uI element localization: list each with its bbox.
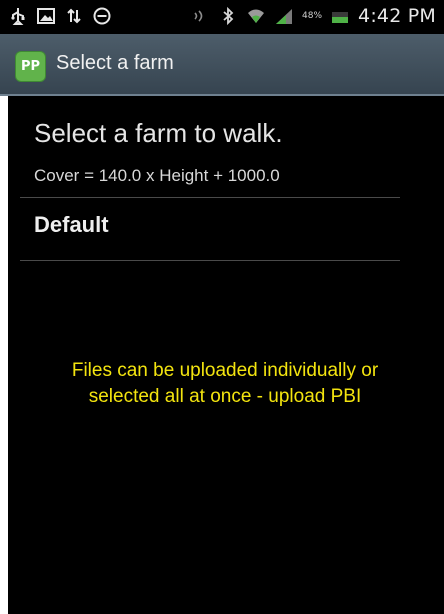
page-heading: Select a farm to walk. xyxy=(34,118,283,148)
status-bar-right-icons: 48% 4:42 PM xyxy=(190,5,436,27)
cover-formula: Cover = 140.0 x Height + 1000.0 xyxy=(34,166,280,185)
nfc-icon xyxy=(190,5,210,27)
usb-icon xyxy=(8,5,28,27)
do-not-disturb-icon xyxy=(92,5,112,27)
data-transfer-icon xyxy=(64,5,84,27)
caption-line-2: selected all at once - upload PBI xyxy=(88,386,362,407)
farm-list-item[interactable]: Default xyxy=(34,212,109,238)
app-logo-icon[interactable]: PP xyxy=(15,51,46,82)
signal-icon xyxy=(274,5,294,27)
main-content: Select a farm to walk. Cover = 140.0 x H… xyxy=(0,96,444,614)
battery-percent: 48% xyxy=(302,11,323,21)
clock: 4:42 PM xyxy=(358,5,436,27)
status-bar-left-icons xyxy=(8,5,112,27)
caption-text: Files can be uploaded individually or se… xyxy=(30,358,420,410)
battery-icon xyxy=(330,5,350,27)
divider-top xyxy=(20,197,400,198)
status-bar: 48% 4:42 PM xyxy=(0,0,444,34)
bluetooth-icon xyxy=(218,5,238,27)
action-bar: PP Select a farm xyxy=(0,34,444,96)
wifi-icon xyxy=(246,5,266,27)
image-notification-icon xyxy=(36,5,56,27)
action-bar-title: Select a farm xyxy=(56,52,174,74)
left-edge xyxy=(0,96,8,614)
divider-bottom xyxy=(20,260,400,261)
caption-line-1: Files can be uploaded individually or xyxy=(71,360,379,381)
